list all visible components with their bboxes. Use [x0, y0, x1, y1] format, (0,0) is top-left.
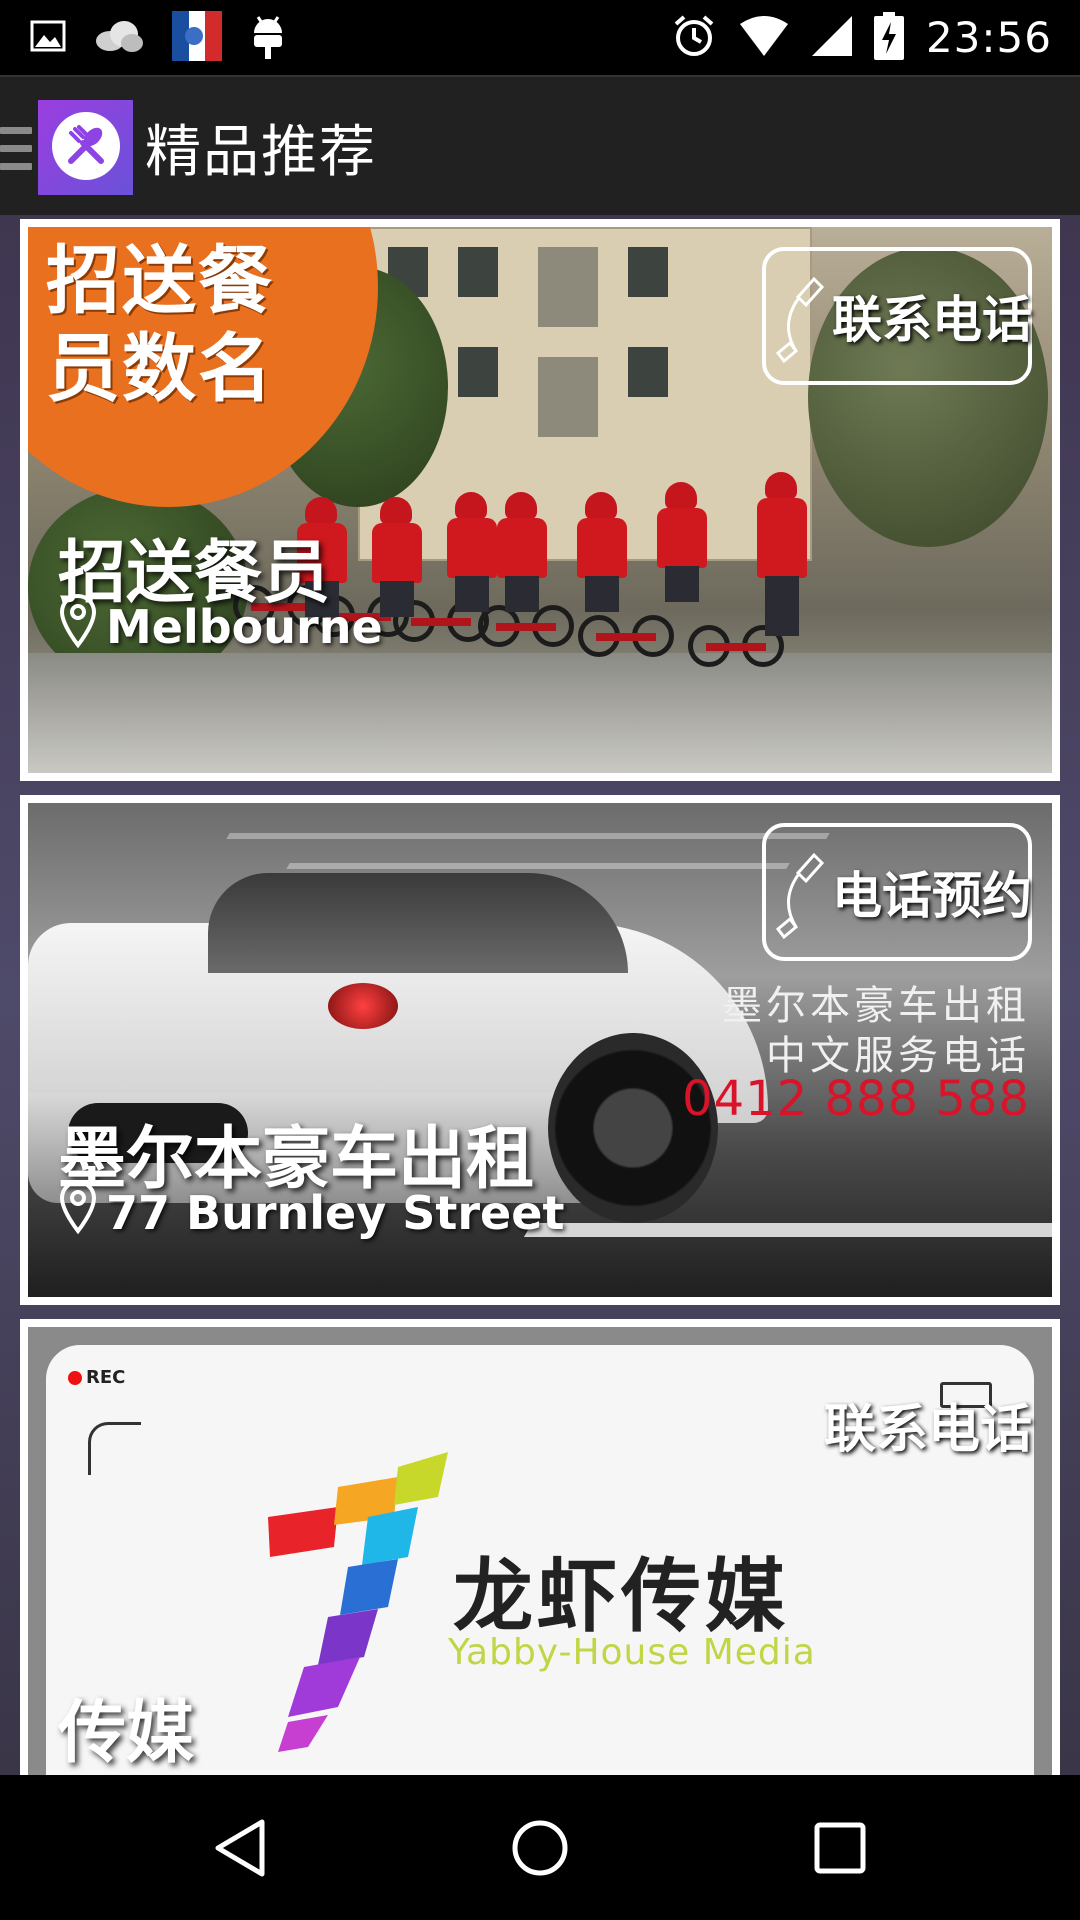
alarm-icon	[672, 14, 716, 62]
battery-icon	[873, 11, 904, 64]
contact-phone-button[interactable]: 联系电话	[824, 1387, 1032, 1462]
drawer-toggle-icon[interactable]	[0, 127, 32, 173]
listing-location: Melbourne	[58, 593, 383, 660]
phone-icon	[775, 275, 826, 369]
listing-card[interactable]: REC 龙虾传媒 Yabby-House Media 联系电话 传媒	[20, 1319, 1060, 1775]
back-icon[interactable]	[180, 1775, 300, 1920]
home-icon[interactable]	[480, 1775, 600, 1920]
listing-title: 传媒	[58, 1694, 195, 1773]
brand-name-english: Yabby-House Media	[448, 1632, 816, 1673]
booking-phone-label: 电话预约	[832, 867, 1032, 925]
promo-badge-text: 招送餐 员数名	[46, 238, 274, 412]
navigation-bar	[0, 1775, 1080, 1920]
action-bar: 精品推荐	[0, 75, 1080, 215]
contact-phone-button[interactable]: 联系电话	[762, 247, 1032, 385]
app-logo[interactable]	[38, 100, 133, 195]
location-pin-icon	[58, 593, 98, 660]
signal-icon	[811, 15, 852, 60]
cloud-icon	[94, 19, 144, 57]
android-icon	[250, 13, 286, 63]
contact-phone-label: 联系电话	[832, 291, 1032, 349]
restaurant-icon	[49, 109, 123, 187]
status-bar: 23:56	[0, 0, 1080, 75]
location-text: Melbourne	[106, 599, 383, 654]
wifi-icon	[738, 15, 790, 60]
page-title: 精品推荐	[145, 120, 377, 185]
booking-phone-button[interactable]: 电话预约	[762, 823, 1032, 961]
flag-icon	[172, 10, 222, 65]
phone-icon	[775, 851, 826, 945]
listing-card[interactable]: 墨尔本豪车出租 中文服务电话 0412 888 588 电话预约 墨尔本豪车出租…	[20, 795, 1060, 1305]
listing-feed[interactable]: 招送餐 员数名 联系电话 招送餐员 Melbourne 墨尔本豪车出租 中文服务…	[0, 215, 1080, 1775]
listing-location: 77 Burnley Street	[58, 1179, 564, 1246]
clock: 23:56	[925, 13, 1052, 62]
image-icon	[30, 20, 66, 56]
location-text: 77 Burnley Street	[106, 1185, 565, 1240]
recents-icon[interactable]	[780, 1775, 900, 1920]
brand-logo	[268, 1452, 448, 1752]
location-pin-icon	[58, 1179, 98, 1246]
ad-phone-number: 0412 888 588	[682, 1071, 1030, 1127]
brand-name: 龙虾传媒	[453, 1550, 789, 1643]
rec-indicator: REC	[68, 1367, 125, 1388]
listing-card[interactable]: 招送餐 员数名 联系电话 招送餐员 Melbourne	[20, 219, 1060, 781]
